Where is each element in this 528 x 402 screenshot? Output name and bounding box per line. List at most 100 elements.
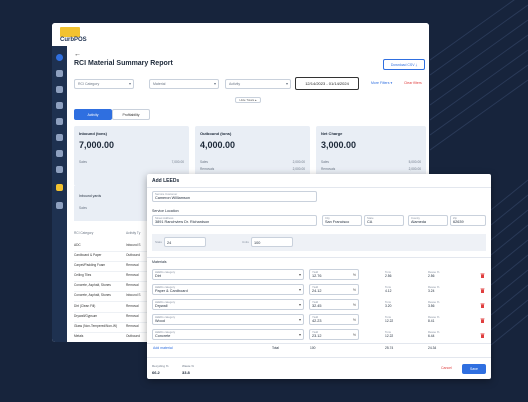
save-button[interactable]: Save xyxy=(462,364,486,374)
card-row: Removals 2,000.00 xyxy=(321,167,421,171)
back-button[interactable]: ← xyxy=(74,51,81,58)
divider xyxy=(147,257,491,258)
add-material-button[interactable]: Add material xyxy=(153,346,173,350)
county-field[interactable]: County Alameda xyxy=(408,215,448,226)
column-header[interactable]: Activity Ty xyxy=(126,231,140,240)
field-value: CA xyxy=(367,220,373,224)
table-row[interactable]: Concrete, Asphalt, Stones Inbound S xyxy=(74,293,154,297)
divider xyxy=(74,312,152,313)
card-label: Inbound yards xyxy=(79,194,102,198)
field-value: 24.12 xyxy=(312,289,322,293)
chevron-down-icon: ▾ xyxy=(213,81,216,86)
yield-field[interactable]: Yield 42.23% xyxy=(309,314,359,325)
clear-filters-button[interactable]: Clear filters xyxy=(404,81,422,85)
field-value: Alameda xyxy=(411,220,426,224)
chevron-down-icon: ▾ xyxy=(298,332,301,337)
chevron-down-icon: ▾ xyxy=(298,287,301,292)
cell: Ceiling Tiles xyxy=(74,273,92,277)
row-value: 2,000.00 xyxy=(408,167,421,171)
reuse-value: Reuse % 3.56 xyxy=(428,300,439,308)
trash-icon[interactable] xyxy=(480,273,485,278)
total-tons: 25.74 xyxy=(385,346,394,350)
table-row[interactable]: Glass (Non-Tempered/Non-W) Removal xyxy=(74,324,154,328)
total-reuse: 24.34 xyxy=(428,346,437,350)
sidebar-settings-icon[interactable] xyxy=(56,202,63,209)
trash-icon[interactable] xyxy=(480,318,485,323)
units-field[interactable]: 100 xyxy=(251,237,293,247)
tab-profitability[interactable]: Profitability xyxy=(112,109,150,120)
field-value: 3891 Ranchview Dr. Richardson xyxy=(155,220,210,224)
more-filters-button[interactable]: More Filters ▾ xyxy=(371,81,392,85)
sidebar-ledger-icon[interactable] xyxy=(56,134,63,141)
row-key: Removals xyxy=(321,167,336,171)
leeds-category-select[interactable]: LEEDs category Drywall ▾ xyxy=(152,299,304,310)
state-field[interactable]: State CA xyxy=(364,215,404,226)
service-customer-field[interactable]: Service Customer Cameron Williamson xyxy=(152,191,317,202)
hide-totals-toggle[interactable]: Hide Totals ▴ xyxy=(235,97,261,103)
table-row[interactable]: Cardboard & Paper Outbound xyxy=(74,253,154,257)
reuse-value: Reuse % 2.56 xyxy=(428,270,439,278)
stats-field[interactable]: 24 xyxy=(164,237,206,247)
leeds-category-select[interactable]: LEEDs category Dirt ▾ xyxy=(152,269,304,280)
activity-placeholder: Activity xyxy=(229,82,241,86)
sidebar-user-icon[interactable] xyxy=(56,150,63,157)
trash-icon[interactable] xyxy=(480,333,485,338)
sidebar-add-icon[interactable] xyxy=(56,54,63,61)
leeds-category-select[interactable]: LEEDs category Paper & Cardboard ▾ xyxy=(152,284,304,295)
yield-field[interactable]: Yield 12.76% xyxy=(309,269,359,280)
table-row[interactable]: Drywall/Gypsum Removal xyxy=(74,314,154,318)
tons-number: 3.20 xyxy=(385,304,392,308)
field-value: Dirt xyxy=(155,274,161,278)
divider xyxy=(74,332,152,333)
divider xyxy=(74,261,152,262)
yield-field[interactable]: Yield 23.12% xyxy=(309,329,359,340)
sidebar-gauge-icon[interactable] xyxy=(56,102,63,109)
table-row[interactable]: ADC Inbound S xyxy=(74,243,154,247)
tab-activity[interactable]: Activity xyxy=(74,109,112,120)
tons-value: Tons 3.20 xyxy=(385,300,391,308)
field-value: 23.12 xyxy=(312,334,322,338)
date-range-picker[interactable]: 12/14/2023 - 01/14/2024 xyxy=(295,77,359,90)
sidebar-chart-icon[interactable] xyxy=(56,70,63,77)
chevron-down-icon: ▾ xyxy=(298,302,301,307)
rci-category-select[interactable]: RCI Category ▾ xyxy=(74,79,134,89)
sidebar-history-icon[interactable] xyxy=(56,86,63,93)
card-label: Net Charge xyxy=(321,131,343,136)
yield-field[interactable]: Yield 32.45% xyxy=(309,299,359,310)
table-header: RCI Category Activity Ty xyxy=(74,231,154,240)
cell: Inbound S xyxy=(126,243,141,247)
sidebar-dollar-icon[interactable] xyxy=(56,118,63,125)
reuse-value: Reuse % 3.24 xyxy=(428,285,439,293)
material-select[interactable]: Material ▾ xyxy=(149,79,219,89)
street-address-field[interactable]: Street Address 3891 Ranchview Dr. Richar… xyxy=(152,215,317,226)
tons-number: 4.12 xyxy=(385,289,392,293)
table-row[interactable]: Concrete, Asphalt, Stones Removal xyxy=(74,283,154,287)
column-header[interactable]: RCI Category xyxy=(74,231,126,240)
cell: Inbound S xyxy=(126,293,141,297)
table-row[interactable]: Ceiling Tiles Removal xyxy=(74,273,154,277)
download-csv-button[interactable]: Download CSV ⤓ xyxy=(383,59,425,70)
city-field[interactable]: City San Francisco xyxy=(322,215,362,226)
yield-field[interactable]: Yield 24.12% xyxy=(309,284,359,295)
divider xyxy=(74,301,152,302)
table-row[interactable]: Dirt (Clean Fill) Removal xyxy=(74,304,154,308)
leeds-category-select[interactable]: LEEDs category Wood ▾ xyxy=(152,314,304,325)
table-row[interactable]: Metals Outbound xyxy=(74,334,154,338)
percent-icon: % xyxy=(352,318,356,322)
leeds-category-select[interactable]: LEEDs category Concrete ▾ xyxy=(152,329,304,340)
zip-field[interactable]: Zip 62639 xyxy=(450,215,486,226)
reuse-number: 6.44 xyxy=(428,334,435,338)
total-yield: 100 xyxy=(310,346,316,350)
waste-label: Waste % xyxy=(182,364,194,368)
divider xyxy=(74,322,152,323)
trash-icon[interactable] xyxy=(480,303,485,308)
waste-value: 33.8 xyxy=(182,370,190,375)
sidebar-report-icon[interactable] xyxy=(56,184,63,191)
card-value: 7,000.00 xyxy=(79,140,115,150)
trash-icon[interactable] xyxy=(480,288,485,293)
activity-select[interactable]: Activity ▾ xyxy=(225,79,291,89)
service-location-heading: Service Location xyxy=(152,209,179,213)
cancel-button[interactable]: Cancel xyxy=(441,366,452,370)
table-row[interactable]: Carpet/Padding Foam Removal xyxy=(74,263,154,267)
sidebar-truck-icon[interactable] xyxy=(56,166,63,173)
